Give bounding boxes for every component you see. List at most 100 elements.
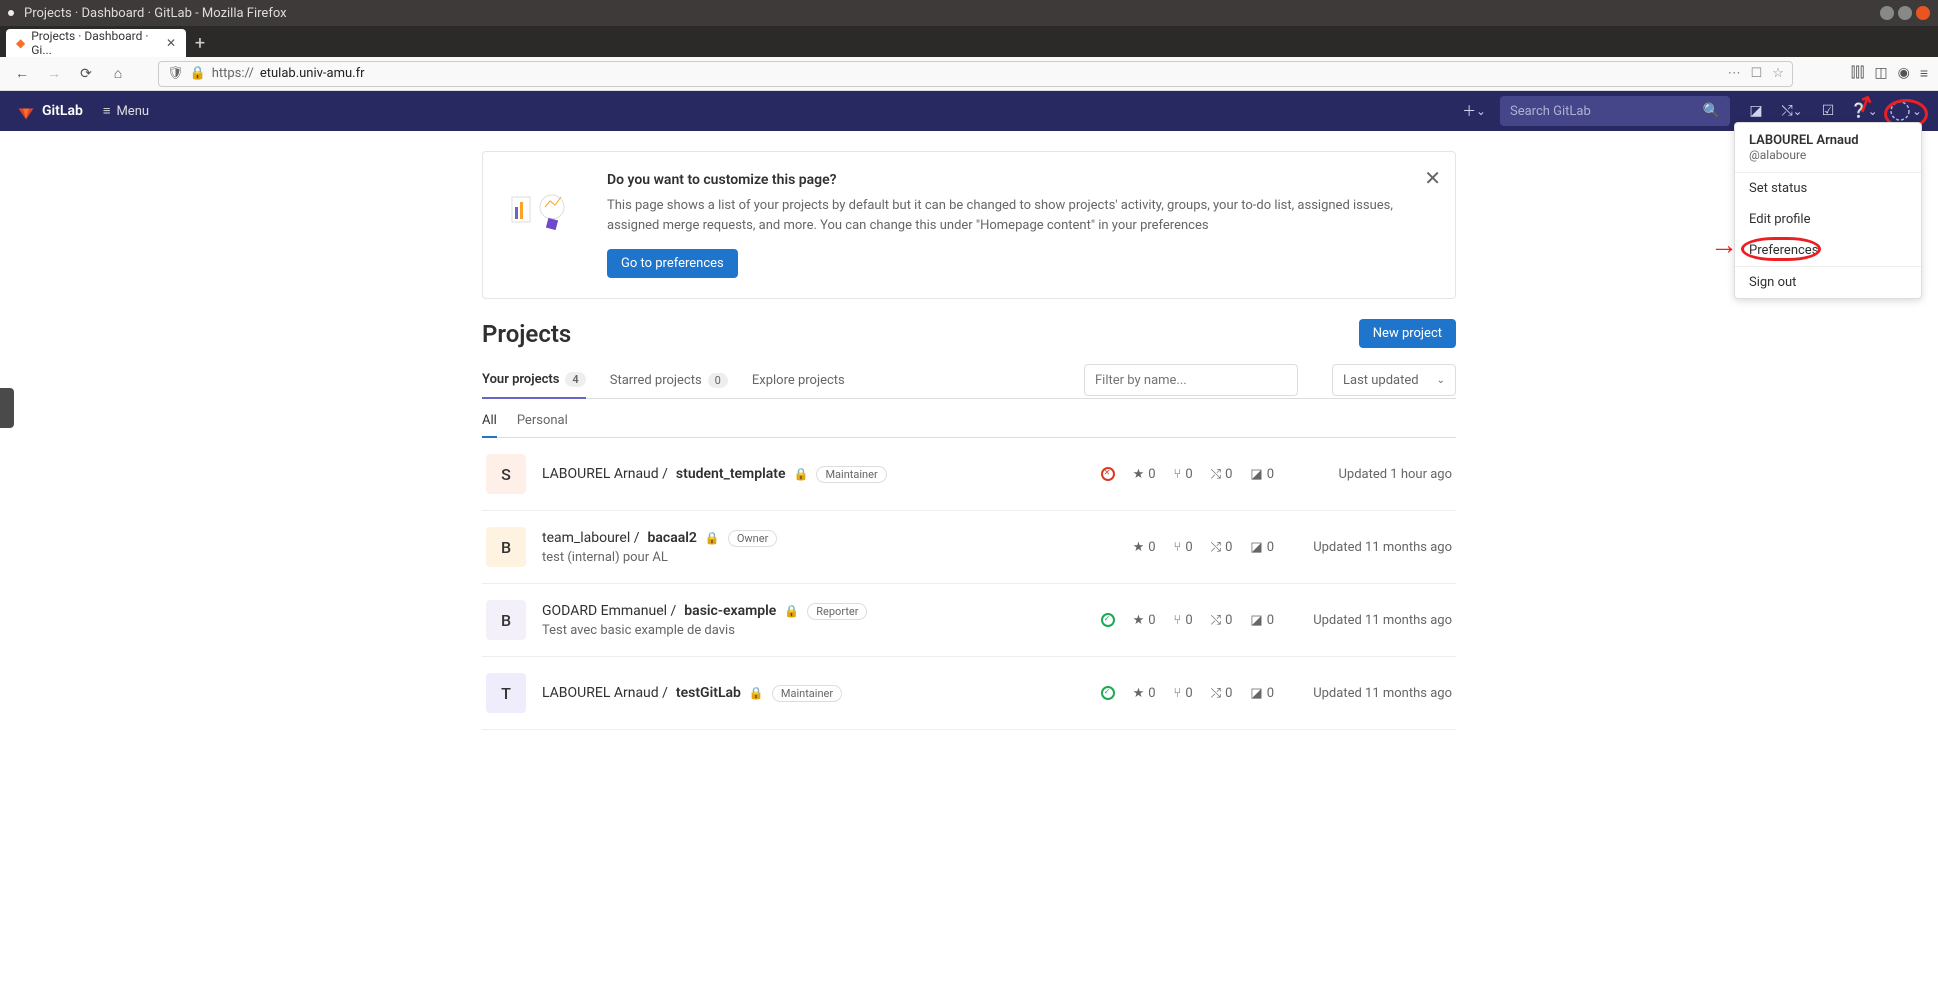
issues-stat[interactable]: ◪0 <box>1250 540 1274 555</box>
close-banner-icon[interactable]: ✕ <box>1424 166 1441 190</box>
search-box[interactable]: 🔍 <box>1500 96 1730 126</box>
role-badge: Maintainer <box>816 466 886 483</box>
project-owner: LABOUREL Arnaud / <box>542 685 668 701</box>
user-dropdown: LABOUREL Arnaud @alaboure Set status Edi… <box>1734 122 1922 299</box>
mrs-stat[interactable]: ⤭0 <box>1211 467 1233 482</box>
brand-name: GitLab <box>42 103 83 119</box>
tab-title: Projects · Dashboard · Gi... <box>31 29 156 57</box>
project-avatar: T <box>486 673 526 713</box>
stars-stat[interactable]: ★0 <box>1133 613 1156 628</box>
new-project-button[interactable]: New project <box>1359 319 1456 348</box>
issues-stat[interactable]: ◪0 <box>1250 467 1274 482</box>
mrs-stat[interactable]: ⤭0 <box>1211 540 1233 555</box>
menu-sign-out[interactable]: Sign out <box>1735 266 1921 298</box>
home-button[interactable]: ⌂ <box>106 62 130 86</box>
close-window-icon[interactable] <box>1916 6 1930 20</box>
address-bar[interactable]: 🛡 🔒 https://etulab.univ-amu.fr ⋯ ☐ ☆ <box>158 61 1793 87</box>
sort-dropdown[interactable]: Last updated ⌄ <box>1332 364 1456 396</box>
project-name[interactable]: LABOUREL Arnaud / testGitLab 🔒 Maintaine… <box>542 685 842 702</box>
tab-starred-projects[interactable]: Starred projects 0 <box>610 363 728 398</box>
stars-stat[interactable]: ★0 <box>1133 540 1156 555</box>
forward-button[interactable]: → <box>42 62 66 86</box>
forks-stat[interactable]: ⑂0 <box>1174 613 1193 628</box>
side-handle[interactable] <box>0 388 14 428</box>
issues-stat[interactable]: ◪0 <box>1250 613 1274 628</box>
tab-explore-projects[interactable]: Explore projects <box>752 363 845 398</box>
close-tab-icon[interactable]: ✕ <box>166 36 176 50</box>
sidebar-icon[interactable]: ◫ <box>1874 65 1887 82</box>
mrs-stat[interactable]: ⤭0 <box>1211 613 1233 628</box>
stars-stat[interactable]: ★0 <box>1133 686 1156 701</box>
minimize-icon[interactable] <box>1880 6 1894 20</box>
plus-dropdown[interactable]: ＋ ⌄ <box>1458 95 1490 127</box>
menu-edit-profile[interactable]: Edit profile <box>1735 204 1921 235</box>
tab-label: Explore projects <box>752 373 845 388</box>
reader-icon[interactable]: ☐ <box>1751 66 1763 81</box>
project-row[interactable]: S LABOUREL Arnaud / student_template 🔒 M… <box>482 438 1456 511</box>
project-name[interactable]: LABOUREL Arnaud / student_template 🔒 Mai… <box>542 466 887 483</box>
project-row[interactable]: B team_labourel / bacaal2 🔒 Owner test (… <box>482 511 1456 584</box>
subtab-personal[interactable]: Personal <box>517 405 568 437</box>
project-info: team_labourel / bacaal2 🔒 Owner test (in… <box>542 530 777 565</box>
project-owner: team_labourel / <box>542 530 640 546</box>
gitlab-logo[interactable]: GitLab <box>16 101 83 121</box>
issue-icon: ◪ <box>1250 613 1262 628</box>
maximize-icon[interactable] <box>1898 6 1912 20</box>
search-input[interactable] <box>1510 104 1703 119</box>
project-list: S LABOUREL Arnaud / student_template 🔒 M… <box>482 438 1456 730</box>
menu-preferences[interactable]: Preferences <box>1735 235 1921 266</box>
project-name[interactable]: team_labourel / bacaal2 🔒 Owner <box>542 530 777 547</box>
star-icon: ★ <box>1133 540 1145 555</box>
forks-stat[interactable]: ⑂0 <box>1174 540 1193 555</box>
url-actions: ⋯ ☐ ☆ <box>1728 66 1784 81</box>
back-button[interactable]: ← <box>10 62 34 86</box>
lock-icon: 🔒 <box>794 467 809 481</box>
reload-button[interactable]: ⟳ <box>74 62 98 86</box>
menu-set-status[interactable]: Set status <box>1735 173 1921 204</box>
main-content: Do you want to customize this page? This… <box>482 131 1456 730</box>
role-badge: Maintainer <box>772 685 842 702</box>
project-row[interactable]: T LABOUREL Arnaud / testGitLab 🔒 Maintai… <box>482 657 1456 730</box>
issues-stat[interactable]: ◪0 <box>1250 686 1274 701</box>
tab-your-projects[interactable]: Your projects 4 <box>482 362 586 399</box>
stars-stat[interactable]: ★0 <box>1133 467 1156 482</box>
project-avatar: B <box>486 527 526 567</box>
search-icon: 🔍 <box>1703 103 1720 119</box>
merge-icon: ⤭ <box>1211 540 1221 555</box>
subtab-all[interactable]: All <box>482 405 497 438</box>
chevron-down-icon: ⌄ <box>1437 375 1445 386</box>
bookmark-icon[interactable]: ☆ <box>1772 66 1784 81</box>
app-indicator-icon <box>8 10 14 16</box>
role-badge: Owner <box>728 530 777 547</box>
library-icon[interactable]: ⫿⫿⫿ <box>1851 65 1864 82</box>
issue-icon: ◪ <box>1250 540 1262 555</box>
fork-icon: ⑂ <box>1174 467 1182 482</box>
filter-input[interactable] <box>1084 364 1298 396</box>
browser-tab[interactable]: ◆ Projects · Dashboard · Gi... ✕ <box>6 29 186 57</box>
lock-icon: 🔒 <box>784 604 799 618</box>
project-owner: GODARD Emmanuel / <box>542 603 676 619</box>
lock-icon: 🔒 <box>190 66 206 81</box>
more-icon[interactable]: ⋯ <box>1728 66 1741 81</box>
project-info: LABOUREL Arnaud / testGitLab 🔒 Maintaine… <box>542 685 842 702</box>
project-filter-tabs: All Personal <box>482 399 1456 438</box>
os-titlebar: Projects · Dashboard · GitLab - Mozilla … <box>0 0 1938 26</box>
new-tab-button[interactable]: + <box>186 29 214 57</box>
project-row[interactable]: B GODARD Emmanuel / basic-example 🔒 Repo… <box>482 584 1456 657</box>
os-window-controls <box>1880 6 1930 20</box>
account-icon[interactable]: ◉ <box>1898 65 1910 82</box>
url-host: etulab.univ-amu.fr <box>260 66 365 81</box>
project-scope-tabs: Your projects 4 Starred projects 0 Explo… <box>482 362 1456 399</box>
forks-stat[interactable]: ⑂0 <box>1174 467 1193 482</box>
menu-button[interactable]: ≡ Menu <box>103 103 149 119</box>
fork-icon: ⑂ <box>1174 613 1182 628</box>
project-title: basic-example <box>684 603 776 619</box>
forks-stat[interactable]: ⑂0 <box>1174 686 1193 701</box>
issue-icon: ◪ <box>1250 686 1262 701</box>
updated-time: Updated 11 months ago <box>1292 540 1452 555</box>
go-to-preferences-button[interactable]: Go to preferences <box>607 249 738 278</box>
project-name[interactable]: GODARD Emmanuel / basic-example 🔒 Report… <box>542 603 867 620</box>
mrs-stat[interactable]: ⤭0 <box>1211 686 1233 701</box>
star-icon: ★ <box>1133 467 1145 482</box>
hamburger-icon[interactable]: ≡ <box>1920 65 1928 82</box>
